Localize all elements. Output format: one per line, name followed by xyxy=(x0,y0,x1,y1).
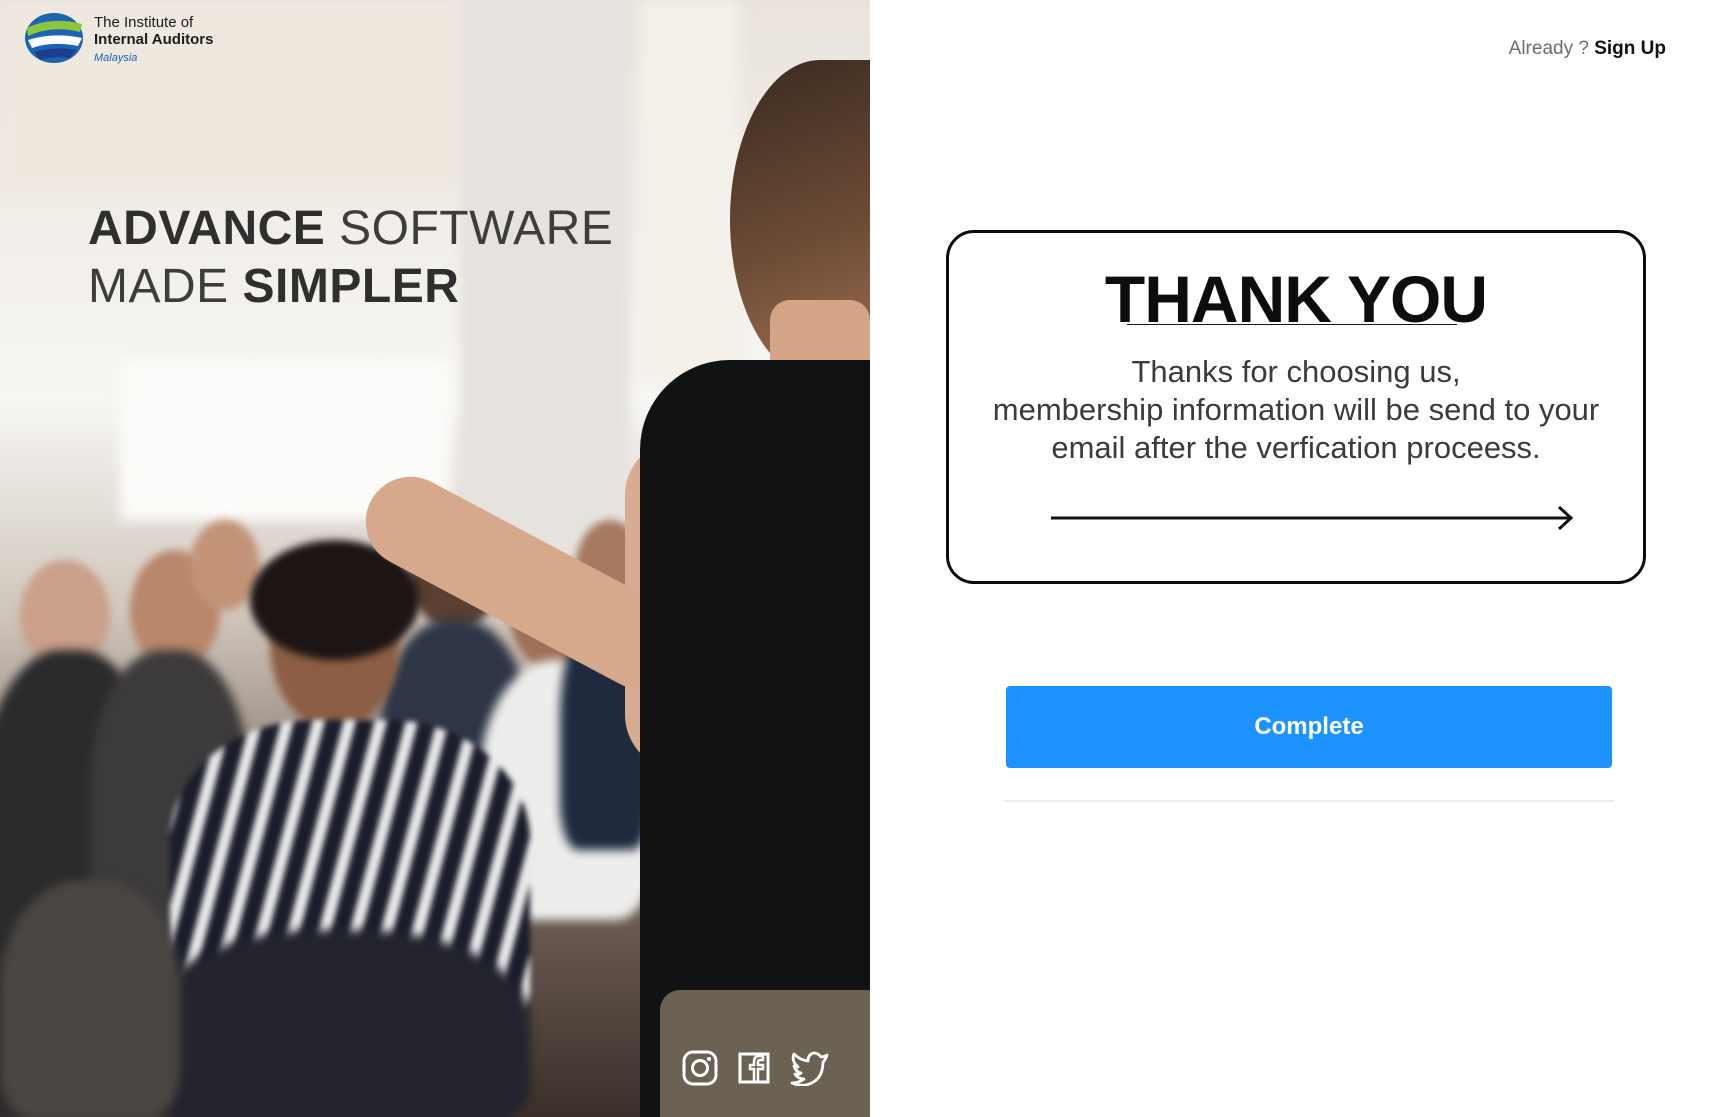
hero-word-software: SOFTWARE xyxy=(325,202,614,255)
message-line-3: email after the verfication proceess. xyxy=(1051,430,1541,465)
heading-underline xyxy=(1127,324,1457,325)
logo-line-institute: The Institute of xyxy=(94,14,194,31)
social-links xyxy=(682,1050,830,1086)
thank-you-message: Thanks for choosing us, membership infor… xyxy=(949,353,1643,467)
complete-button[interactable]: Complete xyxy=(1006,686,1612,768)
iia-logo[interactable]: The Institute of Internal Auditors Malay… xyxy=(22,10,213,66)
hero-headline: ADVANCE SOFTWARE MADE SIMPLER xyxy=(88,200,613,316)
thank-you-heading: THANK YOU xyxy=(1104,262,1488,336)
logo-line-internal-auditors: Internal Auditors xyxy=(94,31,214,48)
message-line-2: membership information will be send to y… xyxy=(992,392,1600,427)
logo-line-malaysia: Malaysia xyxy=(94,52,138,64)
signup-prompt: Already ? Sign Up xyxy=(1509,38,1666,60)
divider xyxy=(1004,800,1614,802)
twitter-icon[interactable] xyxy=(790,1050,830,1086)
message-line-1: Thanks for choosing us, xyxy=(1131,354,1461,389)
arrow-right-icon xyxy=(1051,505,1574,531)
instagram-icon[interactable] xyxy=(682,1050,718,1086)
globe-logo-icon xyxy=(25,13,83,63)
signup-link[interactable]: Sign Up xyxy=(1594,38,1666,59)
hero-word-simpler: SIMPLER xyxy=(242,260,460,313)
hero-word-advance: ADVANCE xyxy=(88,202,326,255)
thank-you-card: THANK YOU Thanks for choosing us, member… xyxy=(946,230,1646,584)
hero-word-made: MADE xyxy=(88,260,243,313)
facebook-icon[interactable] xyxy=(738,1052,770,1084)
already-text: Already ? xyxy=(1508,38,1589,59)
hero-panel: The Institute of Internal Auditors Malay… xyxy=(0,0,870,1117)
